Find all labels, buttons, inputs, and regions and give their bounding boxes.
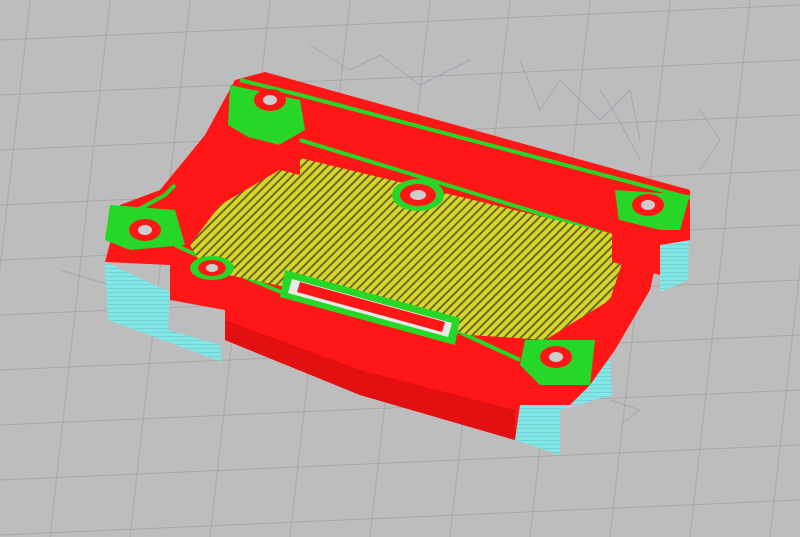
screw-post-bottom-left (105, 205, 185, 250)
slicer-3d-preview[interactable] (0, 0, 800, 537)
screw-post-center (392, 179, 444, 211)
standoff-left (190, 256, 234, 280)
preview-canvas[interactable] (0, 0, 800, 537)
